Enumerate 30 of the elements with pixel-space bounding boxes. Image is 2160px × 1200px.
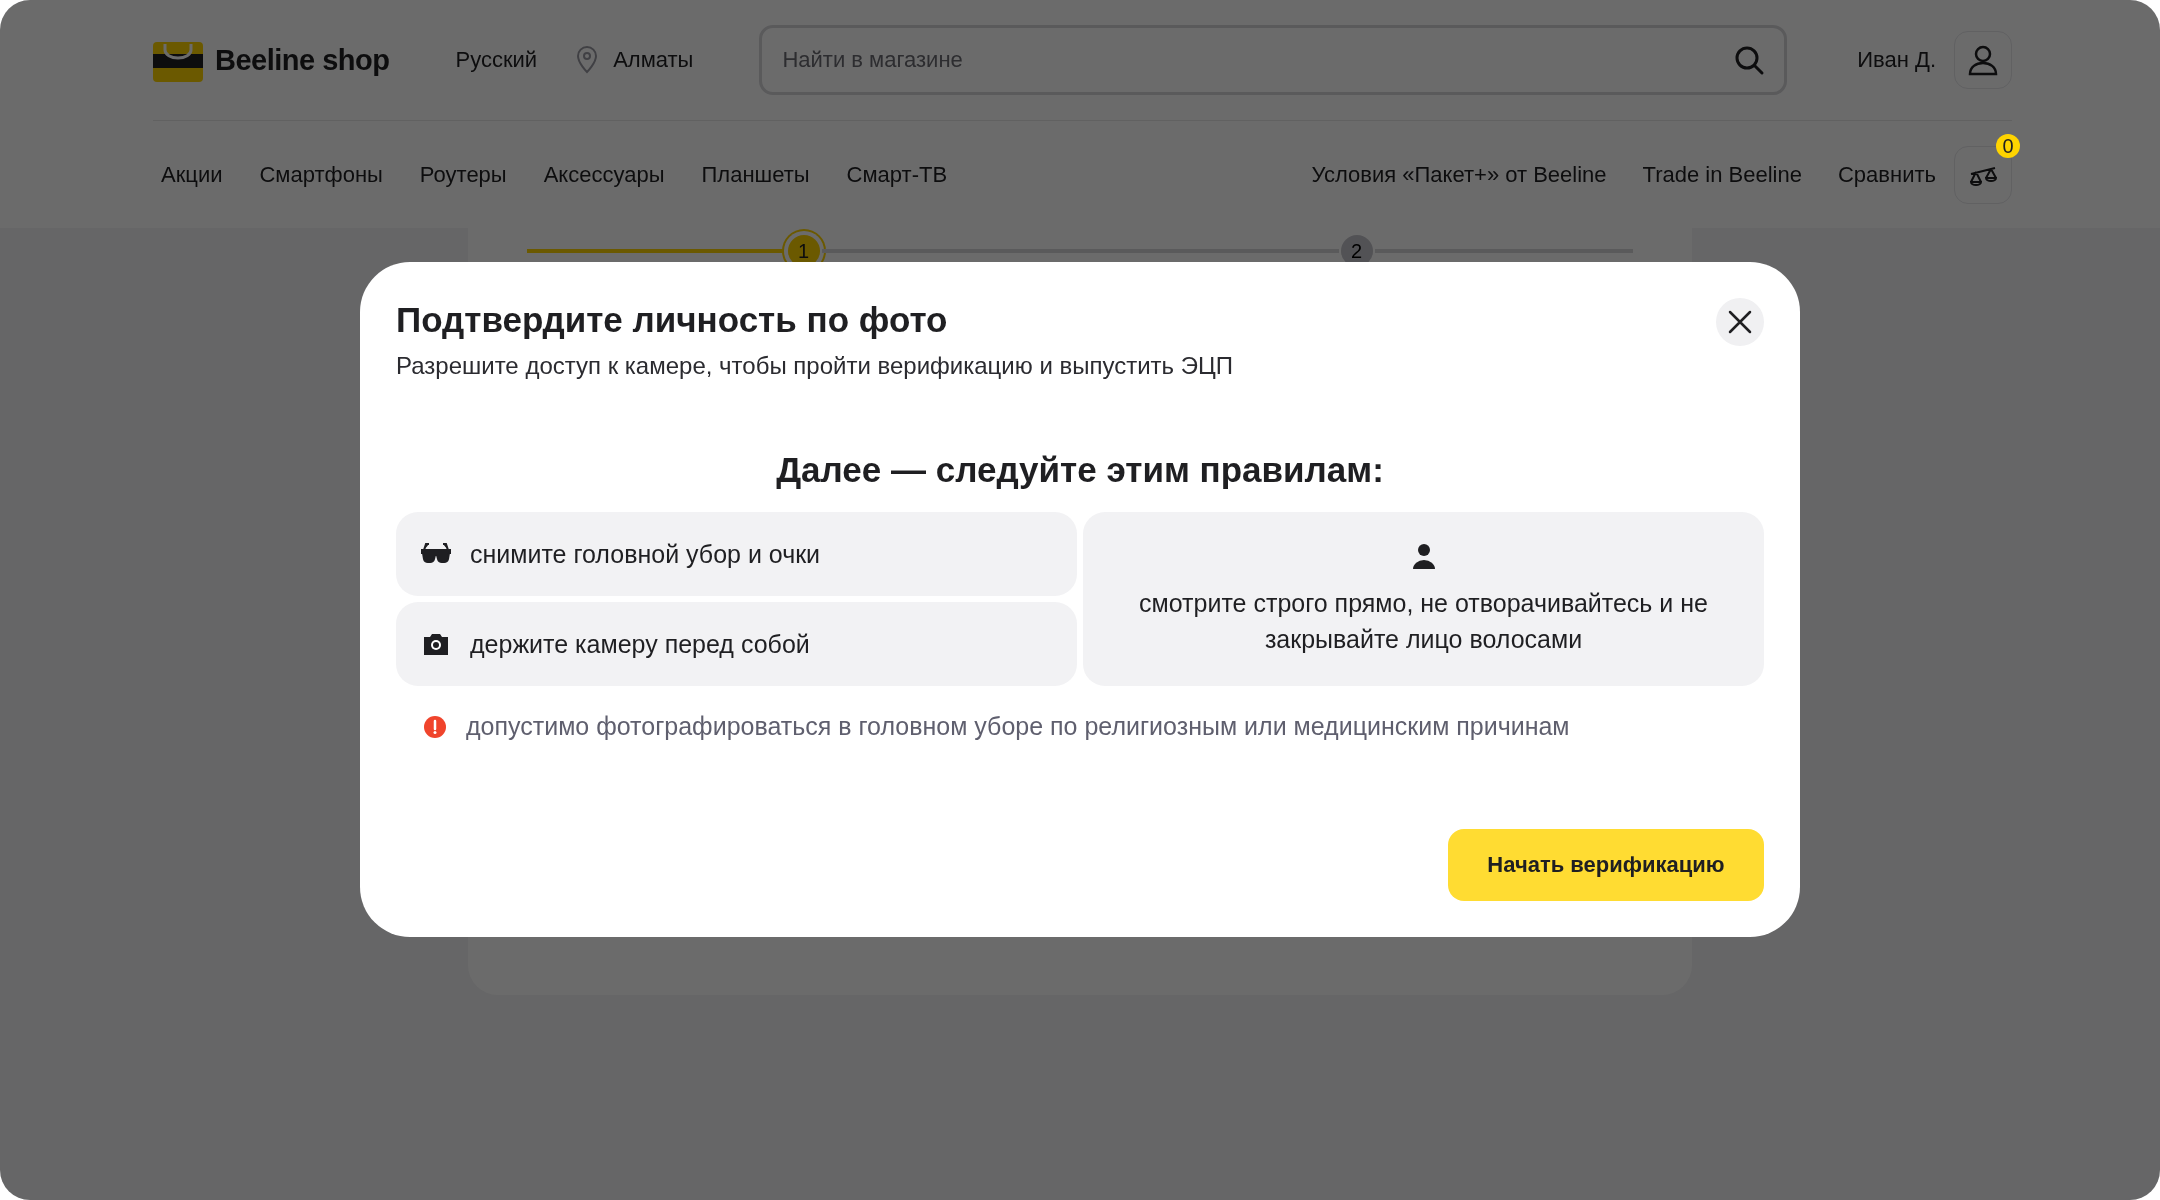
compare-count-badge: 0 xyxy=(1996,133,2020,158)
nav-link[interactable]: Смартфоны xyxy=(259,161,383,188)
logo-text[interactable]: Beeline shop xyxy=(215,43,390,77)
nav-link[interactable]: Роутеры xyxy=(419,161,507,188)
location-pin-icon xyxy=(575,45,600,75)
rules-heading: Далее — следуйте этим правилам: xyxy=(775,450,1385,490)
search-field[interactable]: Найти в магазине xyxy=(759,25,1788,95)
warning-icon xyxy=(424,715,446,738)
nav-link[interactable]: Условия «Пакет+» от Beeline xyxy=(1311,161,1607,188)
nav-link[interactable]: Сравнить xyxy=(1837,161,1936,188)
nav-link[interactable]: Планшеты xyxy=(701,161,810,188)
profile-button[interactable] xyxy=(1954,31,2012,89)
note-text: допустимо фотографироваться в головном уборе по религиозным или медицинским причинам xyxy=(466,712,1570,741)
rule-text: снимите головной убор и очки xyxy=(470,539,821,569)
nav-link[interactable]: Акции xyxy=(161,161,223,188)
language-selector[interactable]: Русский xyxy=(455,47,538,73)
nav-link[interactable]: Trade in Beeline xyxy=(1642,161,1802,188)
start-verification-button[interactable]: Начать верификацию xyxy=(1448,829,1764,901)
close-icon xyxy=(1727,309,1753,335)
user-name[interactable]: Иван Д. xyxy=(1857,47,1936,73)
rule-text: держите камеру перед собой xyxy=(470,629,810,659)
nav-link[interactable]: Аксессуары xyxy=(543,161,665,188)
nav-link[interactable]: Смарт-ТВ xyxy=(846,161,948,188)
rule-text: смотрите строго прямо, не отворачивайтесь и не закрывайте лицо волосами xyxy=(1138,588,1709,655)
user-icon xyxy=(1966,43,2000,77)
close-button[interactable] xyxy=(1716,298,1764,346)
dialog-title: Подтвердите личность по фото xyxy=(396,300,948,340)
dialog-subtitle: Разрешите доступ к камере, чтобы пройти верификацию и выпустить ЭЦП xyxy=(396,352,1235,380)
city-selector[interactable]: Алматы xyxy=(613,47,694,73)
search-icon[interactable] xyxy=(1733,44,1766,76)
